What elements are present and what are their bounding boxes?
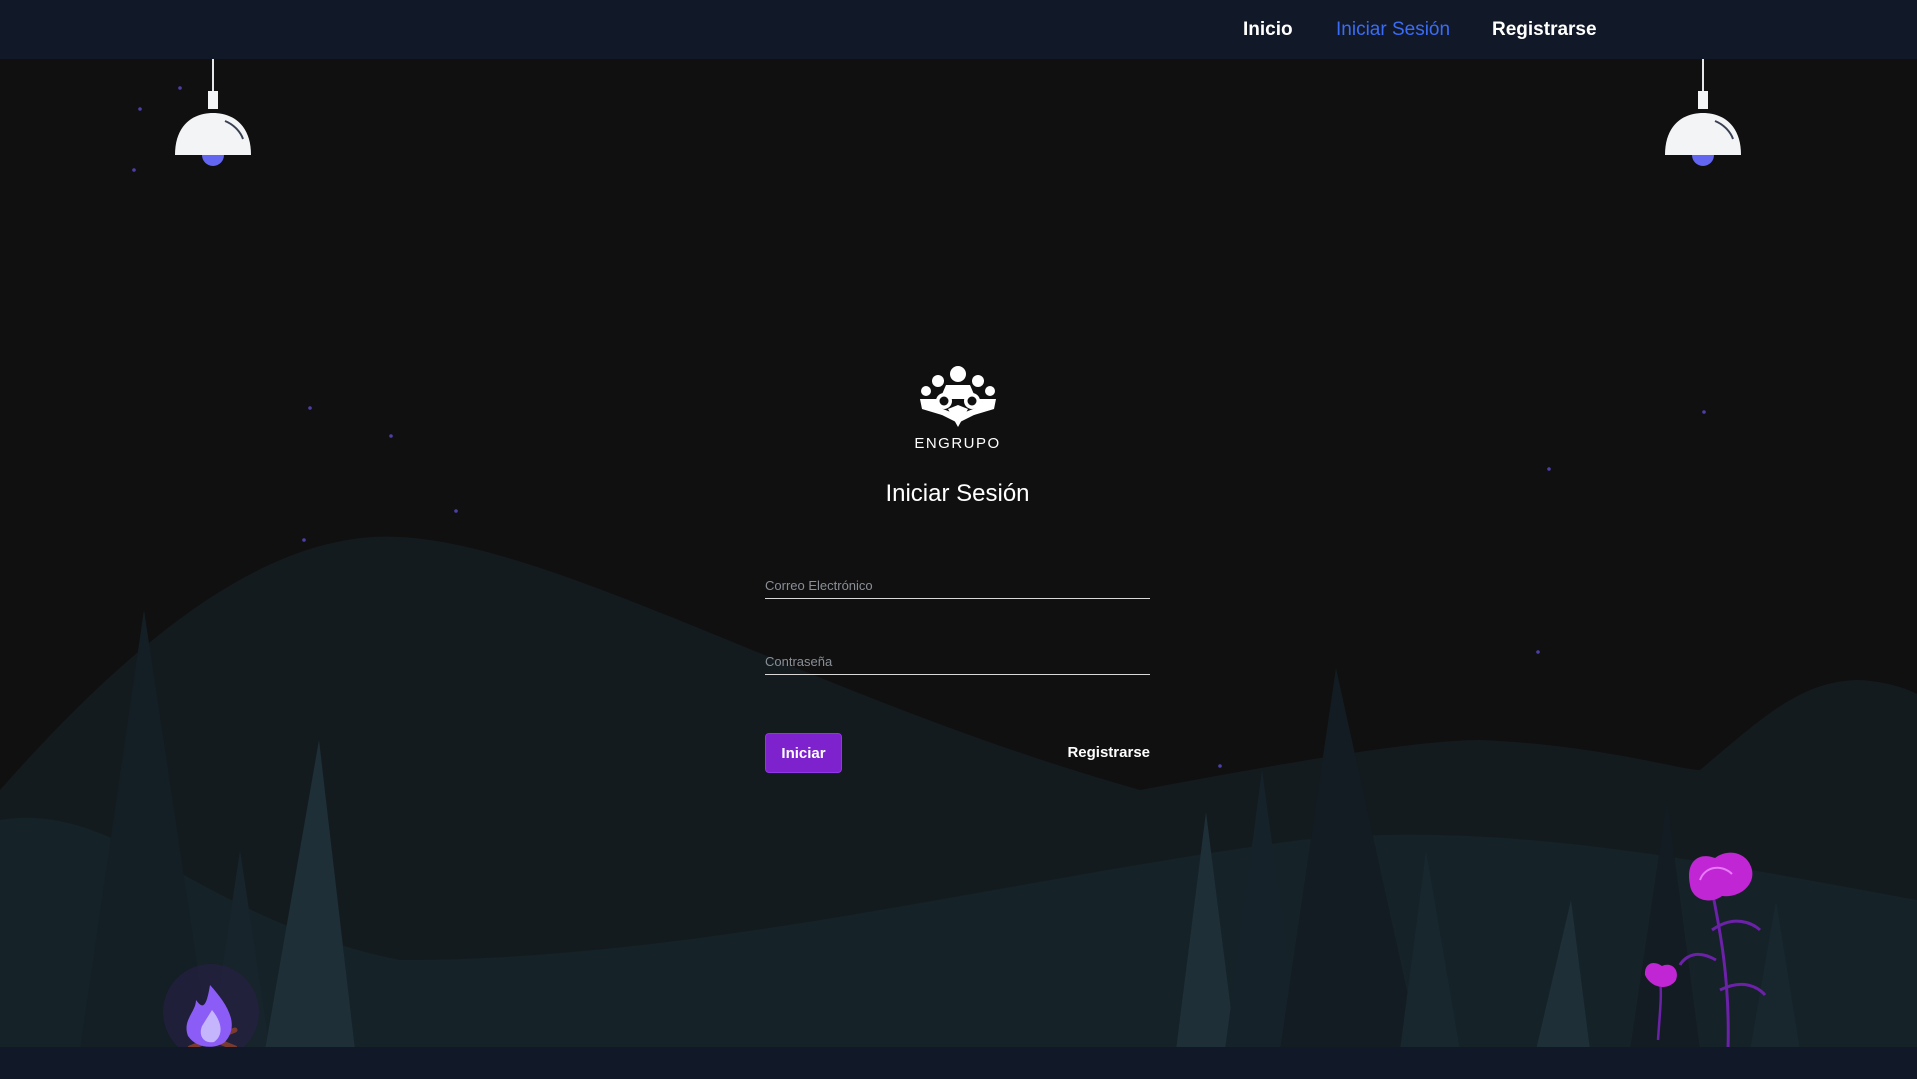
ceiling-lamp-icon: [1665, 59, 1741, 166]
brand-logo: ENGRUPO: [895, 365, 1020, 455]
footer-bar: [0, 1047, 1917, 1079]
top-navbar: Inicio Iniciar Sesión Registrarse: [0, 0, 1917, 59]
nav-link-login[interactable]: Iniciar Sesión: [1336, 19, 1450, 41]
email-field[interactable]: [765, 563, 1150, 598]
register-link[interactable]: Registrarse: [1067, 744, 1150, 761]
nav-link-register[interactable]: Registrarse: [1492, 19, 1597, 41]
password-field-wrapper: [765, 639, 1150, 675]
password-field[interactable]: [765, 639, 1150, 674]
nav-link-home[interactable]: Inicio: [1243, 19, 1293, 41]
night-landscape-background: [0, 86, 1917, 1079]
group-people-icon: [919, 366, 996, 427]
brand-name: ENGRUPO: [914, 435, 1001, 452]
ceiling-lamp-icon: [175, 59, 251, 166]
login-submit-button[interactable]: Iniciar: [765, 733, 842, 773]
email-field-wrapper: [765, 563, 1150, 599]
login-title: Iniciar Sesión: [885, 480, 1030, 507]
